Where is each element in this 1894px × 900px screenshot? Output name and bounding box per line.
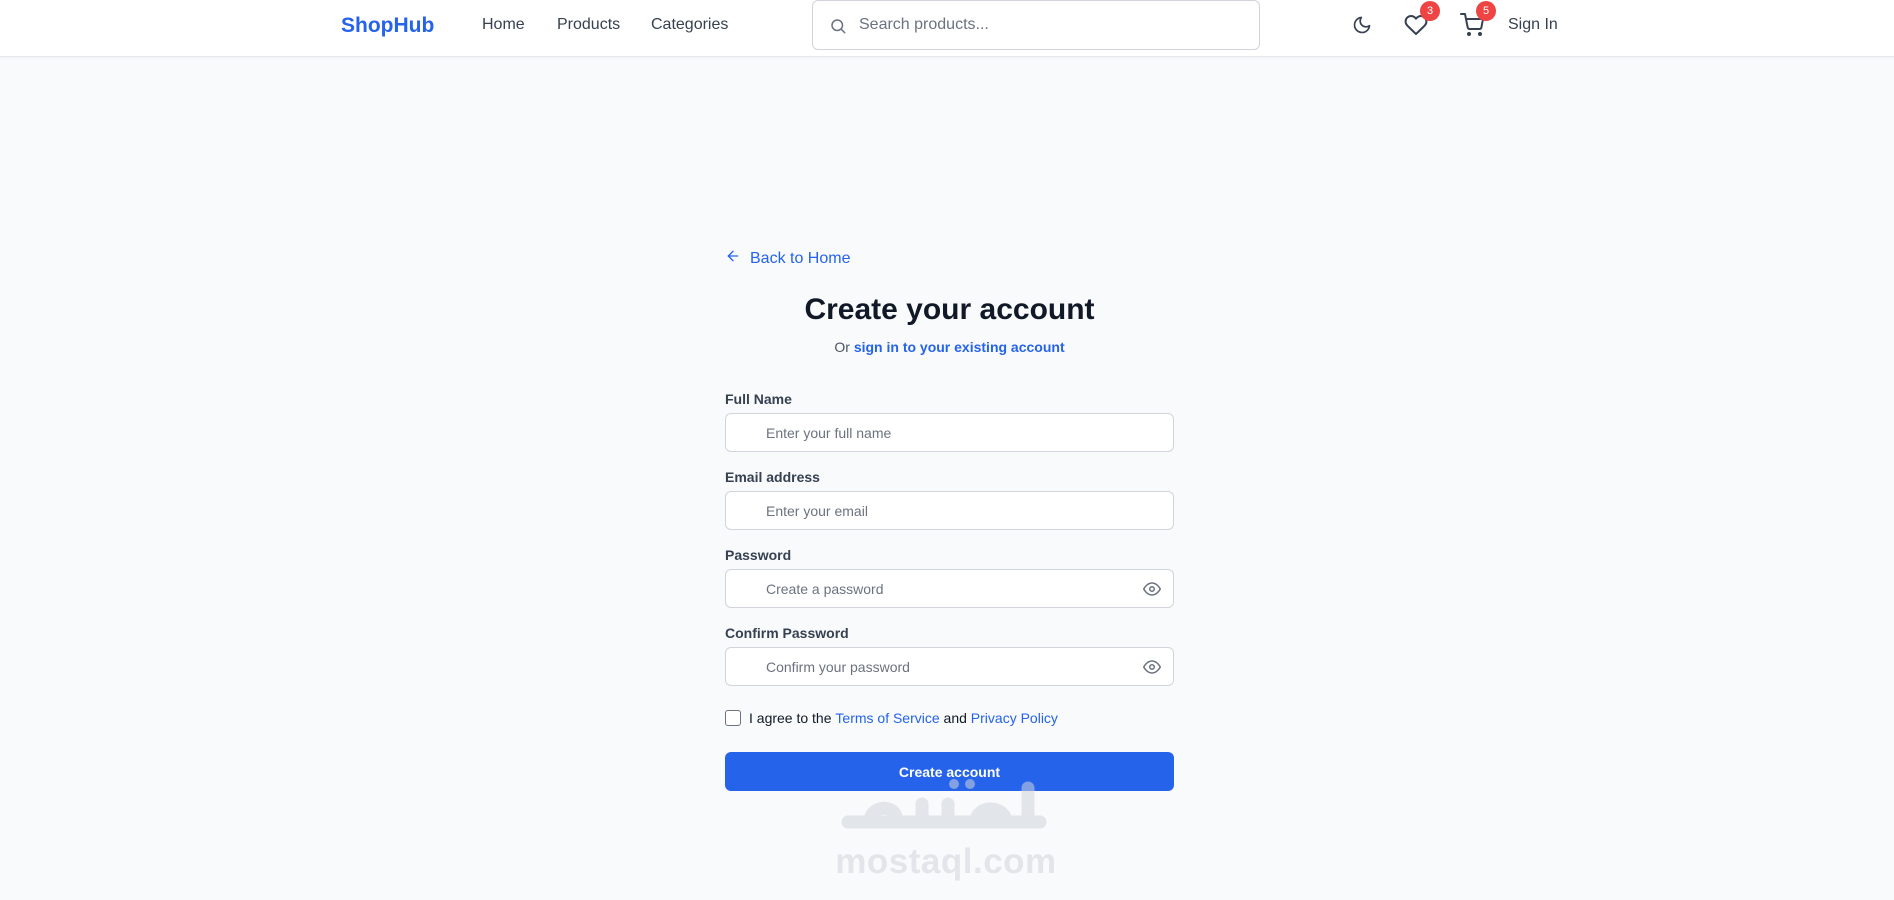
top-navbar: ShopHub Home Products Categories 3 5 Sig…	[0, 0, 1894, 57]
heart-icon	[1404, 15, 1428, 41]
terms-prefix: I agree to the	[749, 710, 832, 726]
email-input[interactable]	[766, 492, 1126, 529]
moon-icon	[1352, 16, 1372, 39]
eye-icon[interactable]	[1143, 580, 1161, 603]
search-box	[812, 0, 1260, 50]
mostaql-watermark: mostaql.com	[830, 770, 1062, 885]
terms-and-text: and	[943, 710, 967, 726]
nav-home-link[interactable]: Home	[482, 16, 525, 34]
shophub-logo[interactable]: ShopHub	[341, 14, 434, 38]
eye-icon[interactable]	[1143, 658, 1161, 681]
mostaql-logo-mark	[841, 779, 1047, 829]
terms-of-service-link[interactable]: Terms of Service	[835, 710, 939, 726]
password-label: Password	[725, 547, 792, 563]
wishlist-count-badge: 3	[1420, 1, 1440, 21]
cart-button[interactable]: 5	[1460, 1, 1496, 42]
subtitle-prefix: Or	[834, 339, 850, 355]
page-title: Create your account	[804, 293, 1095, 326]
email-label: Email address	[725, 469, 820, 485]
full-name-field	[725, 413, 1174, 452]
nav-products-link[interactable]: Products	[557, 16, 620, 34]
theme-toggle-button[interactable]	[1352, 15, 1372, 40]
confirm-password-input[interactable]	[766, 648, 1126, 685]
back-to-home-label: Back to Home	[750, 249, 851, 267]
back-to-home-link[interactable]: Back to Home	[725, 248, 850, 269]
full-name-label: Full Name	[725, 391, 792, 407]
confirm-password-field	[725, 647, 1174, 686]
terms-agreement: I agree to the Terms of Service and Priv…	[725, 710, 1058, 726]
watermark-text: mostaql.com	[835, 842, 1057, 881]
search-input[interactable]	[859, 1, 1249, 49]
password-field	[725, 569, 1174, 608]
password-input[interactable]	[766, 570, 1126, 607]
sign-in-existing-link[interactable]: sign in to your existing account	[854, 339, 1065, 355]
cart-count-badge: 5	[1476, 1, 1496, 21]
cart-icon	[1460, 13, 1484, 41]
confirm-password-label: Confirm Password	[725, 625, 849, 641]
arrow-left-icon	[725, 248, 750, 269]
search-icon	[829, 17, 847, 40]
terms-checkbox[interactable]	[725, 710, 741, 726]
full-name-input[interactable]	[766, 414, 1126, 451]
wishlist-button[interactable]: 3	[1404, 1, 1440, 42]
email-field	[725, 491, 1174, 530]
privacy-policy-link[interactable]: Privacy Policy	[971, 710, 1058, 726]
sign-in-link[interactable]: Sign In	[1508, 16, 1558, 34]
nav-categories-link[interactable]: Categories	[651, 16, 728, 34]
page-subtitle: Or sign in to your existing account	[725, 339, 1174, 355]
